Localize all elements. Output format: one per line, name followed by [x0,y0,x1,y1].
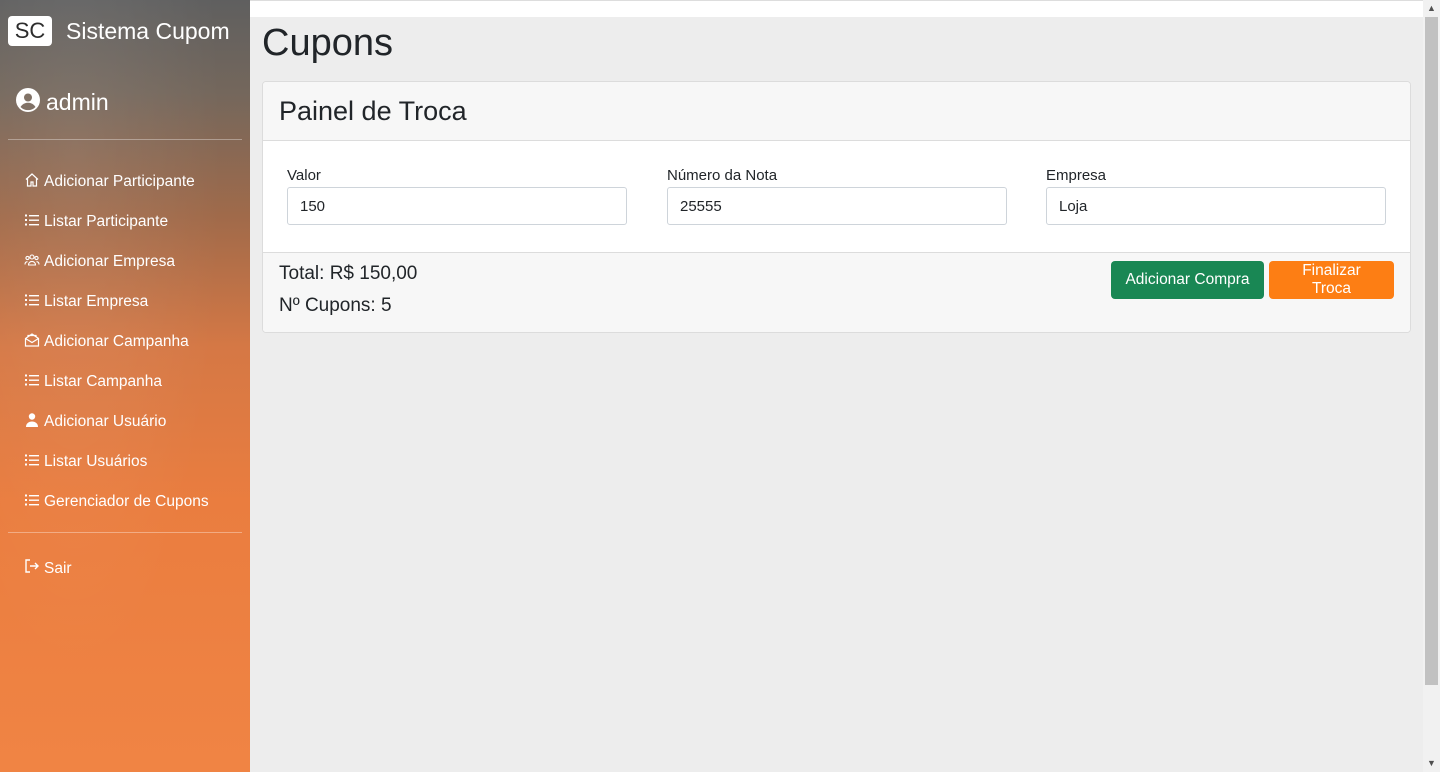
sidebar-nav: Adicionar Participante Listar Participan… [24,162,209,522]
panel-header: Painel de Troca [263,82,1410,141]
vertical-scrollbar[interactable]: ▲ ▼ [1423,0,1440,772]
sidebar-item-listar-campanha[interactable]: Listar Campanha [24,362,209,402]
sidebar-item-label: Gerenciador de Cupons [44,493,209,510]
logout-label: Sair [44,559,72,577]
scroll-up-arrow-icon[interactable]: ▲ [1423,0,1440,17]
sidebar-item-label: Adicionar Usuário [44,413,167,430]
valor-label: Valor [287,167,321,184]
sidebar-item-label: Listar Empresa [44,293,149,310]
divider [8,532,242,533]
finish-exchange-button[interactable]: Finalizar Troca [1269,261,1394,299]
sidebar-item-adicionar-campanha[interactable]: Adicionar Campanha [24,322,209,362]
sidebar-item-label: Listar Usuários [44,453,148,470]
user-circle-icon [16,88,40,117]
nota-input[interactable] [667,187,1007,225]
list-icon [24,212,44,233]
nota-field-group: Número da Nota [667,167,1007,225]
list-icon [24,372,44,393]
list-icon [24,292,44,313]
add-purchase-button[interactable]: Adicionar Compra [1111,261,1264,299]
logout-icon [24,558,44,579]
scrollbar-thumb[interactable] [1425,17,1438,685]
envelope-open-icon [24,332,44,353]
scroll-down-arrow-icon[interactable]: ▼ [1423,755,1440,772]
page-title: Cupons [262,22,393,64]
logout-link[interactable]: Sair [24,558,72,579]
sidebar-item-adicionar-participante[interactable]: Adicionar Participante [24,162,209,202]
valor-field-group: Valor [287,167,627,225]
sidebar-item-label: Listar Participante [44,213,169,230]
people-icon [24,252,44,273]
sidebar-item-listar-participante[interactable]: Listar Participante [24,202,209,242]
sidebar-item-listar-empresa[interactable]: Listar Empresa [24,282,209,322]
list-icon [24,492,44,513]
valor-input[interactable] [287,187,627,225]
sidebar-item-label: Adicionar Campanha [44,333,189,350]
sidebar-item-label: Adicionar Empresa [44,253,175,270]
nota-label: Número da Nota [667,167,778,184]
exchange-panel: Painel de Troca Valor Número da Nota Emp… [262,81,1411,333]
top-bar [250,0,1423,17]
brand[interactable]: SC Sistema Cupom [8,16,230,46]
sidebar-item-label: Listar Campanha [44,373,163,390]
total-text: Total: R$ 150,00 [279,263,418,284]
divider [8,139,242,140]
panel-footer: Total: R$ 150,00 Nº Cupons: 5 Adicionar … [263,252,1410,332]
person-icon [24,412,44,433]
empresa-input[interactable] [1046,187,1386,225]
user-profile[interactable]: admin [16,88,109,117]
sidebar: SC Sistema Cupom admin Adicionar Partici… [0,0,250,772]
brand-logo: SC [8,16,52,46]
empresa-field-group: Empresa [1046,167,1386,225]
sidebar-item-adicionar-usuario[interactable]: Adicionar Usuário [24,402,209,442]
brand-name: Sistema Cupom [66,17,230,44]
empresa-label: Empresa [1046,167,1107,184]
list-icon [24,452,44,473]
panel-body: Valor Número da Nota Empresa [263,141,1410,252]
cupons-count: Nº Cupons: 5 [279,295,392,316]
user-name: admin [46,89,109,115]
home-icon [24,172,44,193]
sidebar-item-listar-usuarios[interactable]: Listar Usuários [24,442,209,482]
sidebar-item-label: Adicionar Participante [44,173,195,190]
sidebar-item-adicionar-empresa[interactable]: Adicionar Empresa [24,242,209,282]
panel-title: Painel de Troca [279,95,467,126]
sidebar-item-gerenciador-de-cupons[interactable]: Gerenciador de Cupons [24,482,209,522]
